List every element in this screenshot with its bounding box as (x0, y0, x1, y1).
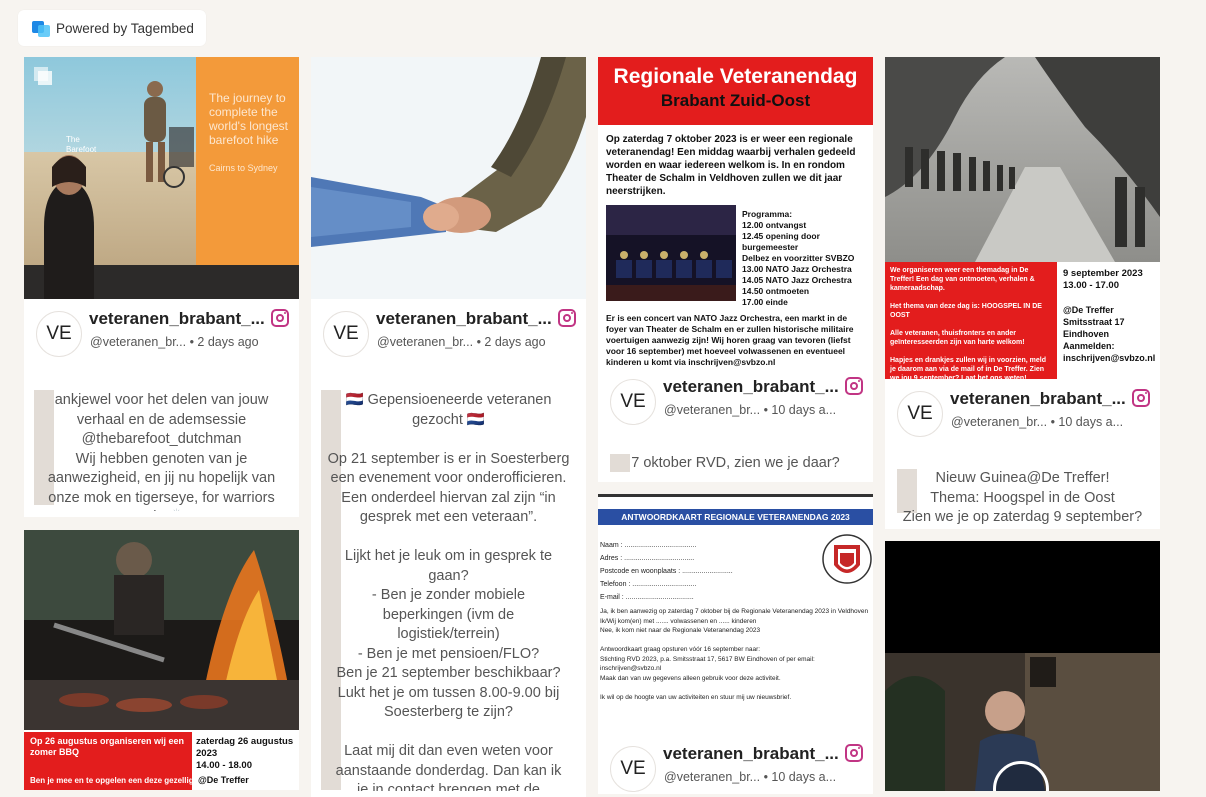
post-caption: 🇳🇱 Gepensioeneerde veteranen gezocht 🇳🇱 … (327, 392, 570, 791)
avatar[interactable]: VE (897, 391, 943, 437)
video-thumbnail (885, 541, 1160, 791)
post-card[interactable]: Op 26 augustus organiseren wij een zomer… (24, 530, 299, 790)
post-image (311, 57, 586, 299)
post-caption: Nieuw Guinea@De Treffer! Thema: Hoogspel… (902, 470, 1143, 525)
bbq-right-text2: @De Treffer (198, 775, 249, 785)
avatar[interactable]: VE (610, 746, 656, 792)
username[interactable]: veteranen_brabant_... (663, 377, 839, 397)
instagram-icon[interactable] (845, 744, 863, 762)
username[interactable]: veteranen_brabant_... (89, 309, 265, 329)
handle-time: @veteranen_br... • 10 days a... (664, 770, 837, 784)
slide-line4: barefoot hike (209, 133, 279, 147)
slide-line1: The journey to (209, 91, 286, 105)
poster-programma: Programma: 12.00 ontvangst 12.45 opening… (742, 209, 855, 307)
poster-left: We organiseren weer een themadag in De T… (885, 262, 1057, 379)
poster-footer: Er is een concert van NATO Jazz Orchestr… (606, 313, 854, 367)
post-meta: VE veteranen_brabant_... @veteranen_br..… (598, 367, 873, 439)
poster-signup: Aanmelden: inschrijven@svbzo.nl (1063, 341, 1156, 363)
post-image: Op 26 augustus organiseren wij een zomer… (24, 530, 299, 790)
post-meta: VE veteranen_brabant_... @veteranen_br..… (885, 379, 1160, 451)
veterans-crest-icon (822, 534, 872, 584)
poster-intro: Op zaterdag 7 oktober 2023 is er weer ee… (606, 134, 856, 197)
instagram-icon[interactable] (1132, 389, 1150, 407)
form-lines: Naam : .................................… (600, 542, 733, 601)
post-caption: 7 oktober RVD, zien we je daar? (631, 455, 840, 471)
instagram-icon[interactable] (845, 377, 863, 395)
post-image: The journey to complete the world's long… (24, 57, 299, 299)
handle-time: @veteranen_br... • 10 days a... (664, 403, 837, 417)
form-body: Ja, ik ben aanwezig op zaterdag 7 oktobe… (600, 608, 869, 701)
poster-date: 9 september 2023 13.00 - 17.00 (1063, 268, 1143, 291)
handle-time: @veteranen_br... • 10 days a... (951, 415, 1124, 429)
powered-by-badge[interactable]: Powered by Tagembed (18, 10, 206, 46)
slide-route: Cairns to Sydney (209, 163, 278, 173)
post-card[interactable]: ANTWOORDKAART REGIONALE VETERANENDAG 202… (598, 494, 873, 794)
handle-time: @veteranen_br... • 2 days ago (90, 335, 259, 349)
instagram-icon[interactable] (271, 309, 289, 327)
slide-line2: complete the (209, 105, 278, 119)
badge-label: Powered by Tagembed (56, 20, 194, 36)
bbq-left-text: Op 26 augustus organiseren wij een zomer… (24, 732, 192, 772)
post-card[interactable]: The journey to complete the world's long… (24, 57, 299, 517)
post-card[interactable]: VE veteranen_brabant_... @veteranen_br..… (311, 57, 586, 797)
instagram-icon[interactable] (558, 309, 576, 327)
post-caption: ankjewel voor het delen van jouw verhaal… (47, 392, 276, 511)
new-guinea-photo (885, 57, 1160, 262)
avatar[interactable]: VE (610, 379, 656, 425)
post-card[interactable]: Regionale Veteranendag Brabant Zuid-Oost… (598, 57, 873, 482)
avatar[interactable]: VE (36, 311, 82, 357)
bbq-right-text: zaterdag 26 augustus 2023 14.00 - 18.00 (196, 736, 294, 771)
post-image: We organiseren weer een themadag in De T… (885, 57, 1160, 379)
tagembed-logo-icon (32, 19, 50, 37)
username[interactable]: veteranen_brabant_... (376, 309, 552, 329)
slide-logo: The Barefoot (66, 135, 97, 154)
form-header: ANTWOORDKAART REGIONALE VETERANENDAG 202… (598, 509, 873, 525)
handshake-photo (311, 57, 586, 299)
bbq-photo (24, 530, 299, 730)
handle-time: @veteranen_br... • 2 days ago (377, 335, 546, 349)
post-meta: VE veteranen_brabant_... @veteranen_br..… (24, 299, 299, 371)
username[interactable]: veteranen_brabant_... (663, 744, 839, 764)
post-meta: VE veteranen_brabant_... @veteranen_br..… (311, 299, 586, 371)
jazz-orchestra-photo (606, 205, 736, 301)
post-video[interactable] (885, 541, 1160, 791)
post-meta: VE veteranen_brabant_... @veteranen_br..… (598, 734, 873, 794)
post-card[interactable] (885, 541, 1160, 791)
slide-line3: world's longest (209, 119, 288, 133)
post-card[interactable]: We organiseren weer een themadag in De T… (885, 57, 1160, 529)
bbq-left-text2: Ben je mee en te opgelen een deze gezell… (24, 772, 192, 790)
username[interactable]: veteranen_brabant_... (950, 389, 1126, 409)
post-image: ANTWOORDKAART REGIONALE VETERANENDAG 202… (598, 494, 873, 734)
poster-title: Regionale Veteranendag Brabant Zuid-Oost (598, 57, 873, 125)
avatar[interactable]: VE (323, 311, 369, 357)
poster-place: @De Treffer Smitsstraat 17 Eindhoven (1063, 305, 1125, 339)
post-image: Regionale Veteranendag Brabant Zuid-Oost… (598, 57, 873, 367)
